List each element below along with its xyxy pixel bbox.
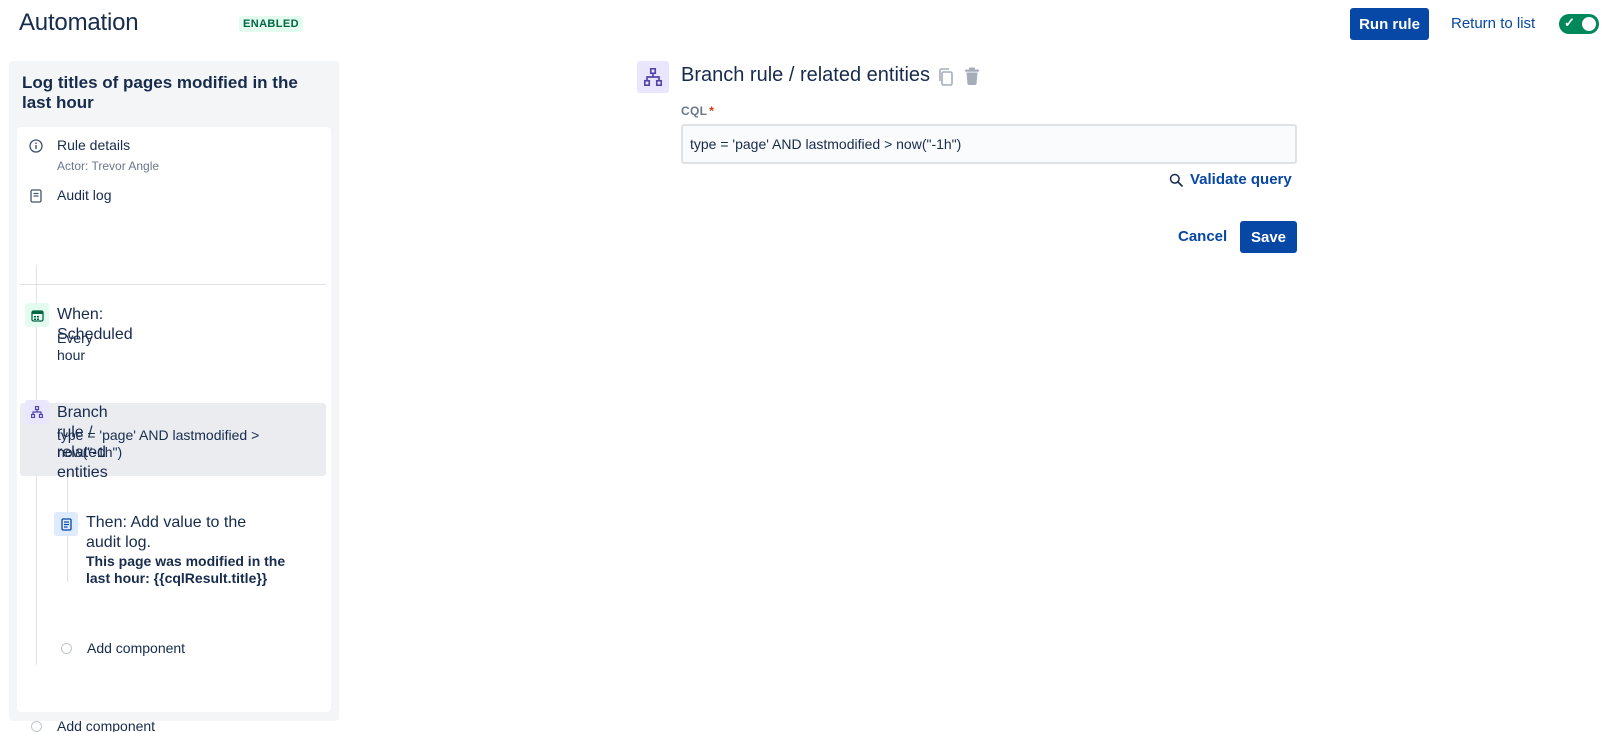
copy-icon[interactable] [937, 67, 955, 92]
component-description: Every hour [57, 330, 93, 363]
validate-query-link[interactable]: Validate query [1169, 171, 1292, 188]
component-editor-title: Branch rule / related entities [681, 64, 931, 86]
toggle-knob [1582, 17, 1596, 31]
required-mark: * [709, 104, 715, 118]
search-icon [1169, 173, 1183, 187]
cancel-button[interactable]: Cancel [1178, 228, 1227, 245]
cql-label-text: CQL [681, 104, 708, 118]
rule-details-label: Rule details [57, 137, 131, 153]
component-description: type = 'page' AND lastmodified > now("-1… [57, 427, 260, 460]
component-description: This page was modified in the last hour:… [86, 553, 286, 586]
add-dot-icon [61, 642, 72, 654]
trash-icon[interactable] [963, 66, 981, 91]
document-icon [27, 187, 45, 205]
cql-input[interactable] [681, 124, 1297, 164]
validate-query-label: Validate query [1190, 171, 1292, 188]
rule-name: Log titles of pages modified in the last… [22, 73, 298, 112]
add-component-label: Add component [57, 718, 156, 732]
rule-components-panel: Rule details Actor: Trevor Angle Audit l… [17, 127, 331, 732]
add-component-inner[interactable]: Add component [61, 640, 185, 656]
cql-label: CQL * [681, 104, 714, 118]
branch-icon [25, 400, 49, 424]
check-icon: ✓ [1564, 15, 1575, 30]
return-to-list-link[interactable]: Return to list [1451, 15, 1535, 32]
rule-details-item[interactable]: Rule details Actor: Trevor Angle [27, 137, 159, 173]
audit-log-item[interactable]: Audit log [27, 187, 111, 205]
rule-enabled-toggle[interactable]: ✓ [1559, 14, 1599, 34]
run-rule-button[interactable]: Run rule [1350, 8, 1429, 40]
rule-actor: Actor: Trevor Angle [57, 159, 160, 173]
rule-sidebar: Log titles of pages modified in the last… [9, 61, 339, 732]
divider [20, 284, 326, 285]
info-icon [27, 137, 45, 155]
add-component-label: Add component [87, 640, 186, 656]
save-button[interactable]: Save [1240, 221, 1297, 253]
branch-icon [637, 61, 669, 93]
add-component-outer[interactable]: Add component [31, 718, 155, 732]
audit-log-label: Audit log [57, 187, 112, 203]
component-title: Then: Add value to the audit log. [86, 514, 247, 551]
add-dot-icon [31, 720, 42, 732]
status-badge: ENABLED [239, 16, 303, 32]
document-icon [54, 512, 78, 536]
page-title: Automation [19, 9, 139, 36]
calendar-icon [25, 303, 49, 327]
